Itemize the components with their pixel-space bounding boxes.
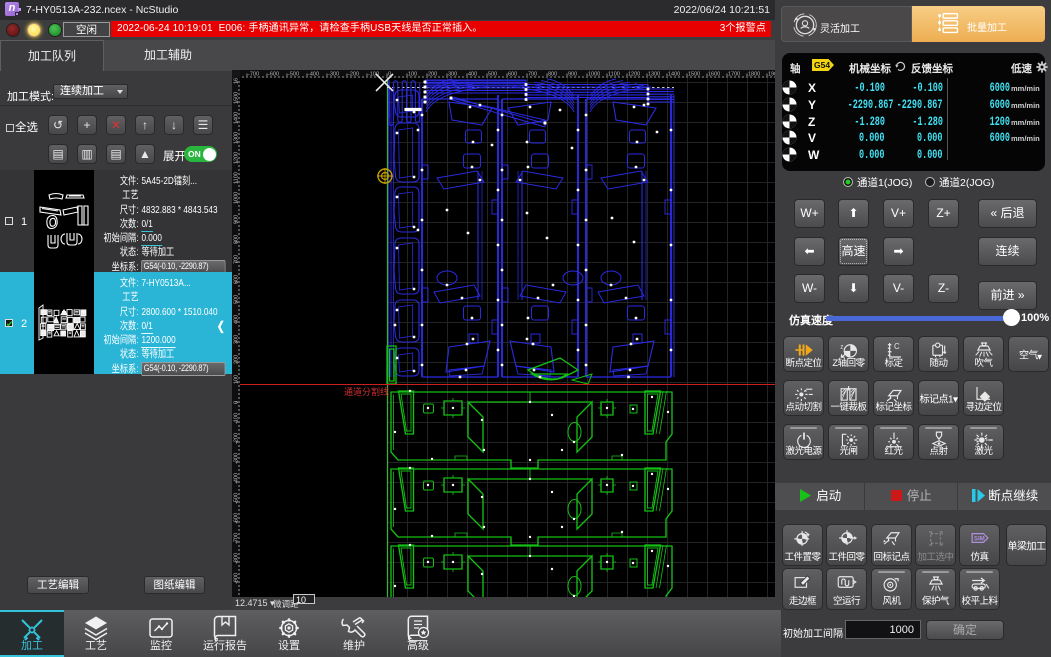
svg-text:200: 200 [428, 72, 437, 78]
svg-text:900: 900 [568, 72, 577, 78]
svg-text:600: 600 [234, 275, 240, 284]
svg-text:1200: 1200 [628, 72, 640, 78]
svg-text:1000: 1000 [234, 192, 240, 204]
svg-text:1000: 1000 [588, 72, 600, 78]
svg-text:400: 400 [234, 315, 240, 324]
svg-text:-500: -500 [288, 72, 299, 78]
svg-text:-300: -300 [328, 72, 339, 78]
svg-text:-800: -800 [234, 553, 240, 564]
svg-text:800: 800 [548, 72, 557, 78]
svg-text:700: 700 [528, 72, 537, 78]
svg-text:-200: -200 [234, 433, 240, 444]
svg-text:500: 500 [234, 295, 240, 304]
svg-text:z: z [840, 343, 843, 350]
svg-text:C: C [894, 342, 900, 351]
svg-text:-500: -500 [234, 493, 240, 504]
svg-text:-700: -700 [234, 533, 240, 544]
svg-text:1500: 1500 [688, 72, 700, 78]
svg-text:900: 900 [234, 215, 240, 224]
svg-text:200: 200 [234, 355, 240, 364]
svg-text:100: 100 [408, 72, 417, 78]
svg-text:300: 300 [234, 335, 240, 344]
svg-text:1200: 1200 [234, 152, 240, 164]
svg-text:0: 0 [234, 401, 240, 404]
svg-text:-600: -600 [268, 72, 279, 78]
svg-text:1300: 1300 [648, 72, 660, 78]
svg-text:300: 300 [448, 72, 457, 78]
svg-text:100: 100 [234, 375, 240, 384]
svg-text:500: 500 [488, 72, 497, 78]
svg-text:1300: 1300 [234, 132, 240, 144]
svg-text:1100: 1100 [234, 172, 240, 184]
svg-text:-400: -400 [234, 473, 240, 484]
svg-text:1500: 1500 [234, 92, 240, 104]
svg-text:-300: -300 [234, 453, 240, 464]
svg-text:800: 800 [234, 235, 240, 244]
svg-text:600: 600 [508, 72, 517, 78]
svg-text:1800: 1800 [748, 72, 760, 78]
svg-text:1400: 1400 [234, 112, 240, 124]
svg-text:400: 400 [468, 72, 477, 78]
svg-text:-100: -100 [234, 413, 240, 424]
svg-text:1700: 1700 [728, 72, 740, 78]
svg-text:700: 700 [234, 255, 240, 264]
svg-text:1900: 1900 [768, 72, 775, 78]
svg-text:通道分割线: 通道分割线 [344, 386, 389, 397]
svg-text:1400: 1400 [668, 72, 680, 78]
svg-text:-700: -700 [248, 72, 259, 78]
svg-text:-900: -900 [234, 573, 240, 584]
svg-text:-400: -400 [308, 72, 319, 78]
svg-text:1100: 1100 [608, 72, 620, 78]
svg-text:1600: 1600 [708, 72, 720, 78]
svg-text:-600: -600 [234, 513, 240, 524]
svg-text:-200: -200 [348, 72, 359, 78]
svg-text:SIM: SIM [973, 536, 984, 543]
